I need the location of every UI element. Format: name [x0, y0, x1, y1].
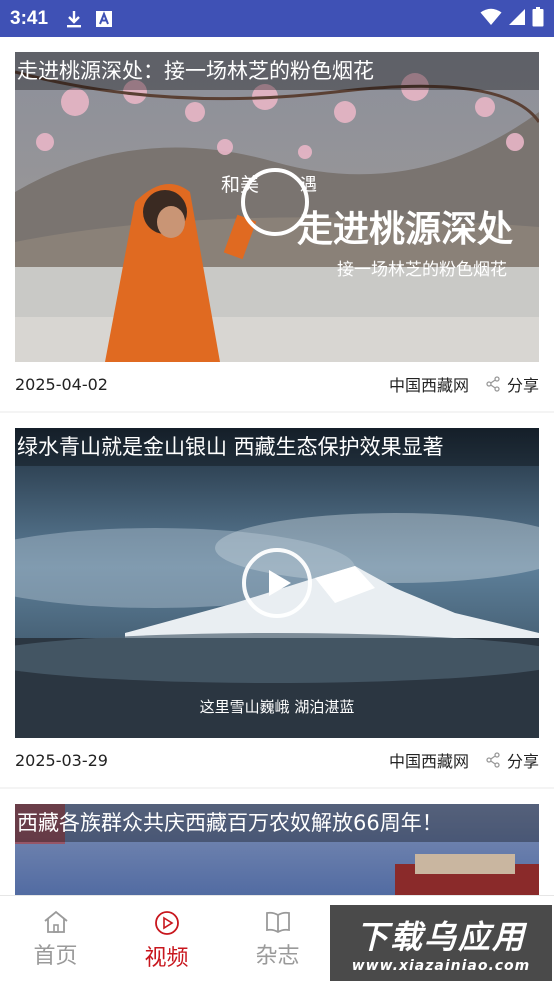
- feed-card[interactable]: 这里雪山巍峨 湖泊湛蓝 绿水青山就是金山银山 西藏生态保护效果显著 2025-0…: [0, 413, 554, 787]
- share-icon: [486, 752, 500, 768]
- card-meta: 2025-03-29 中国西藏网 分享: [15, 743, 539, 777]
- video-title[interactable]: 绿水青山就是金山银山 西藏生态保护效果显著: [15, 428, 539, 466]
- play-circle-icon: [154, 911, 179, 935]
- tab-label: 视频: [144, 946, 189, 971]
- wifi-icon: [480, 8, 502, 30]
- font-a-icon: [94, 9, 114, 29]
- book-icon: [265, 911, 290, 934]
- video-thumbnail[interactable]: 西藏各族群众共庆西藏百万农奴解放66周年！: [15, 804, 539, 895]
- status-bar: 3:41: [0, 0, 554, 37]
- signal-icon: [508, 8, 526, 30]
- play-button[interactable]: [242, 548, 312, 618]
- share-button[interactable]: 分享: [485, 372, 539, 396]
- download-icon: [64, 9, 84, 29]
- watermark-logo: 下载乌应用 www.xiazainiao.com: [330, 905, 552, 981]
- watermark-main: 下载乌应用: [355, 918, 526, 956]
- watermark-url: www.xiazainiao.com: [351, 958, 531, 974]
- video-title[interactable]: 走进桃源深处：接一场林芝的粉色烟花: [15, 52, 539, 90]
- video-thumbnail[interactable]: 和美 遇 走进桃源深处 接一场林芝的粉色烟花 走进桃源深处：接一场林芝的粉色烟花: [15, 52, 539, 362]
- battery-icon: [532, 6, 544, 31]
- thumb-caption-big: 走进桃源深处: [297, 209, 514, 250]
- share-label: 分享: [506, 752, 539, 771]
- thumb-caption-small2: 遇: [300, 175, 317, 195]
- card-meta: 2025-04-02 中国西藏网 分享: [15, 367, 539, 401]
- feed-card[interactable]: 和美 遇 走进桃源深处 接一场林芝的粉色烟花 走进桃源深处：接一场林芝的粉色烟花…: [0, 37, 554, 411]
- feed-card[interactable]: 西藏各族群众共庆西藏百万农奴解放66周年！: [0, 789, 554, 895]
- tab-magazine[interactable]: 杂志: [222, 896, 333, 985]
- home-icon: [43, 910, 68, 933]
- share-button[interactable]: 分享: [485, 748, 539, 772]
- publish-date: 2025-03-29: [15, 750, 108, 770]
- status-time: 3:41: [10, 7, 49, 29]
- tab-home[interactable]: 首页: [0, 896, 111, 985]
- tab-video[interactable]: 视频: [111, 896, 222, 985]
- source-name: 中国西藏网: [388, 376, 469, 395]
- video-title[interactable]: 西藏各族群众共庆西藏百万农奴解放66周年！: [15, 804, 539, 842]
- source-name: 中国西藏网: [388, 752, 469, 771]
- share-label: 分享: [506, 376, 539, 395]
- publish-date: 2025-04-02: [15, 374, 108, 394]
- thumb-caption-sub: 接一场林芝的粉色烟花: [337, 260, 507, 280]
- play-icon: [269, 570, 291, 596]
- tab-label: 首页: [33, 944, 78, 969]
- video-thumbnail[interactable]: 这里雪山巍峨 湖泊湛蓝 绿水青山就是金山银山 西藏生态保护效果显著: [15, 428, 539, 738]
- video-feed[interactable]: 和美 遇 走进桃源深处 接一场林芝的粉色烟花 走进桃源深处：接一场林芝的粉色烟花…: [0, 37, 554, 895]
- share-icon: [486, 376, 500, 392]
- thumb-caption: 这里雪山巍峨 湖泊湛蓝: [199, 698, 355, 716]
- thumb-caption-small: 和美: [221, 174, 260, 196]
- tab-label: 杂志: [255, 944, 300, 969]
